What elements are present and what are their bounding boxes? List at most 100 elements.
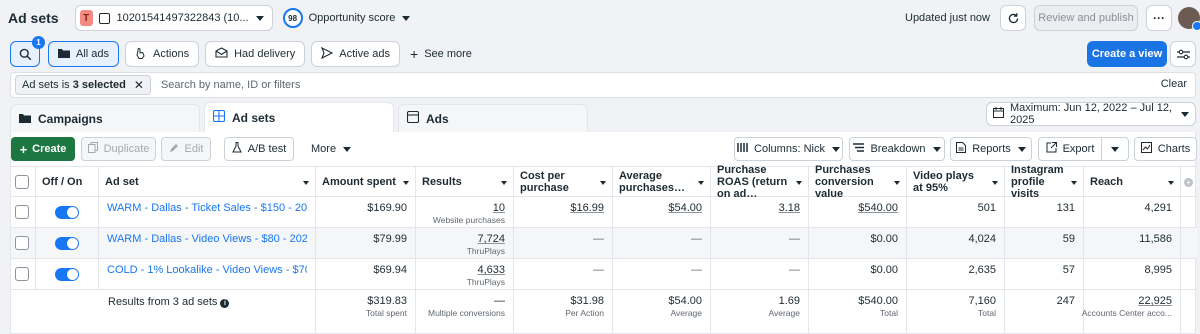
roas-value: — bbox=[789, 264, 800, 276]
roas-value[interactable]: 3.18 bbox=[779, 202, 800, 214]
summary-ig: 247 bbox=[1056, 295, 1075, 307]
summary-reach[interactable]: 22,925 bbox=[1138, 295, 1172, 307]
adset-name-link[interactable]: WARM - Dallas - Video Views - $80 - 2025… bbox=[107, 233, 307, 245]
results-cell: 10 Website purchases bbox=[416, 197, 514, 227]
breakdown-icon bbox=[853, 143, 865, 155]
pcv-value[interactable]: $540.00 bbox=[858, 202, 898, 214]
refresh-button[interactable] bbox=[1000, 5, 1026, 31]
user-avatar[interactable] bbox=[1178, 7, 1200, 31]
select-all-checkbox[interactable] bbox=[15, 175, 29, 189]
level-tabs: Campaigns Ad sets Ads Maximum: Jun 12, 2… bbox=[10, 102, 1196, 132]
more-dropdown[interactable]: More bbox=[311, 137, 352, 161]
customize-filters-button[interactable] bbox=[1170, 41, 1196, 67]
row-checkbox[interactable] bbox=[15, 236, 29, 250]
pencil-icon bbox=[169, 143, 179, 156]
adset-toggle[interactable] bbox=[55, 237, 79, 250]
date-range-picker[interactable]: Maximum: Jun 12, 2022 – Jul 12, 2025 bbox=[986, 102, 1196, 126]
grid-icon bbox=[212, 109, 226, 125]
header-roas[interactable]: Purchase ROAS (return on ad… bbox=[711, 164, 809, 200]
columns-dropdown[interactable]: Columns: Nick bbox=[734, 137, 843, 161]
close-icon[interactable]: ✕ bbox=[134, 78, 144, 92]
cpp-value[interactable]: $16.99 bbox=[570, 202, 604, 214]
chevron-down-icon bbox=[1017, 146, 1026, 152]
active-ads-filter[interactable]: Active ads bbox=[311, 41, 400, 67]
summary-reach-cell: 22,925 Accounts Center acco... bbox=[1082, 290, 1181, 334]
edit-button[interactable]: Edit bbox=[161, 137, 211, 161]
ig-value: 131 bbox=[1056, 202, 1075, 214]
see-more-button[interactable]: + See more bbox=[410, 46, 472, 62]
table-row[interactable]: WARM - Dallas - Ticket Sales - $150 - 20… bbox=[11, 197, 1197, 228]
amount-cell: $69.94 bbox=[316, 259, 416, 289]
header-avg-purchases[interactable]: Average purchases… bbox=[613, 167, 711, 196]
breakdown-dropdown[interactable]: Breakdown bbox=[849, 137, 945, 161]
export-icon bbox=[1046, 142, 1057, 156]
adset-name-link[interactable]: COLD - 1% Lookalike - Video Views - $70 … bbox=[107, 264, 307, 276]
reach-value: 4,291 bbox=[1144, 202, 1172, 214]
search-button[interactable]: 1 bbox=[10, 36, 45, 67]
breakdown-label: Breakdown bbox=[870, 143, 926, 155]
chart-icon bbox=[1140, 142, 1152, 156]
pcv-value: $0.00 bbox=[870, 264, 898, 276]
header-video-95[interactable]: Video plays at 95% bbox=[907, 167, 1005, 196]
duplicate-button[interactable]: Duplicate bbox=[81, 137, 156, 161]
more-label: More bbox=[311, 143, 337, 155]
account-selector[interactable]: T 10201541497322843 (10... bbox=[74, 5, 273, 31]
results-value[interactable]: 10 bbox=[493, 202, 505, 214]
create-view-button[interactable]: Create a view bbox=[1087, 41, 1167, 67]
header-onoff: Off / On bbox=[36, 167, 99, 196]
header-reach[interactable]: Reach bbox=[1084, 167, 1181, 196]
review-publish-button[interactable]: Review and publish bbox=[1034, 5, 1138, 31]
filter-chip-value: 3 selected bbox=[72, 79, 126, 91]
adset-filter-chip[interactable]: Ad sets is 3 selected ✕ bbox=[15, 75, 151, 95]
ab-test-button[interactable]: A/B test bbox=[224, 137, 294, 161]
adset-name-link[interactable]: WARM - Dallas - Ticket Sales - $150 - 20… bbox=[107, 202, 307, 214]
row-name-cell: WARM - Dallas - Video Views - $80 - 2025… bbox=[99, 228, 316, 258]
avg-value[interactable]: $54.00 bbox=[668, 202, 702, 214]
tab-ads[interactable]: Ads bbox=[398, 104, 588, 132]
adset-toggle[interactable] bbox=[55, 268, 79, 281]
charts-label: Charts bbox=[1157, 143, 1191, 155]
row-checkbox-cell bbox=[11, 228, 36, 258]
search-input[interactable] bbox=[160, 79, 661, 91]
export-button[interactable]: Export bbox=[1038, 137, 1102, 161]
tab-adsets[interactable]: Ad sets bbox=[204, 102, 394, 132]
actions-filter[interactable]: Actions bbox=[125, 41, 200, 67]
info-icon[interactable]: i bbox=[220, 299, 230, 308]
chevron-down-icon bbox=[1111, 146, 1119, 152]
folder-icon bbox=[19, 112, 31, 126]
header-adset[interactable]: Ad set bbox=[99, 167, 316, 196]
header-ig-visits[interactable]: Instagram profile visits bbox=[1005, 164, 1084, 200]
chevron-down-icon bbox=[831, 146, 840, 152]
header-results[interactable]: Results bbox=[416, 167, 514, 196]
results-value[interactable]: 4,633 bbox=[477, 264, 505, 276]
sort-caret-icon bbox=[1168, 181, 1174, 185]
header-purchase-conv-value[interactable]: Purchases conversion value bbox=[809, 164, 907, 200]
charts-button[interactable]: Charts bbox=[1134, 137, 1197, 161]
results-cell: 7,724 ThruPlays bbox=[416, 228, 514, 258]
header-avg-label: Average purchases… bbox=[619, 169, 686, 194]
row-checkbox-cell bbox=[11, 259, 36, 289]
create-button[interactable]: + Create bbox=[11, 137, 75, 161]
table-row[interactable]: COLD - 1% Lookalike - Video Views - $70 … bbox=[11, 259, 1197, 290]
all-ads-filter[interactable]: All ads bbox=[48, 41, 120, 67]
tab-campaigns[interactable]: Campaigns bbox=[10, 104, 200, 132]
had-delivery-filter[interactable]: Had delivery bbox=[205, 41, 306, 67]
add-column-icon[interactable]: + bbox=[1184, 178, 1193, 187]
row-checkbox[interactable] bbox=[15, 267, 29, 281]
header-cost-per-purchase[interactable]: Cost per purchase bbox=[514, 167, 613, 196]
opportunity-score-button[interactable]: 98 Opportunity score bbox=[282, 8, 411, 28]
header-reach-label: Reach bbox=[1090, 175, 1124, 188]
adset-toggle[interactable] bbox=[55, 206, 79, 219]
reports-dropdown[interactable]: Reports bbox=[950, 137, 1032, 161]
clear-button[interactable]: Clear bbox=[1161, 78, 1187, 90]
table-row[interactable]: WARM - Dallas - Video Views - $80 - 2025… bbox=[11, 228, 1197, 259]
summary-results-cell: — Multiple conversions bbox=[416, 290, 514, 334]
results-value[interactable]: 7,724 bbox=[477, 233, 505, 245]
avg-value: — bbox=[691, 264, 702, 276]
header-checkbox-cell bbox=[11, 167, 36, 196]
row-checkbox[interactable] bbox=[15, 205, 29, 219]
more-options-button[interactable]: ··· bbox=[1146, 5, 1172, 31]
amount-cell: $79.99 bbox=[316, 228, 416, 258]
header-amount-spent[interactable]: Amount spent bbox=[316, 167, 416, 196]
export-options-dropdown[interactable] bbox=[1101, 137, 1129, 161]
